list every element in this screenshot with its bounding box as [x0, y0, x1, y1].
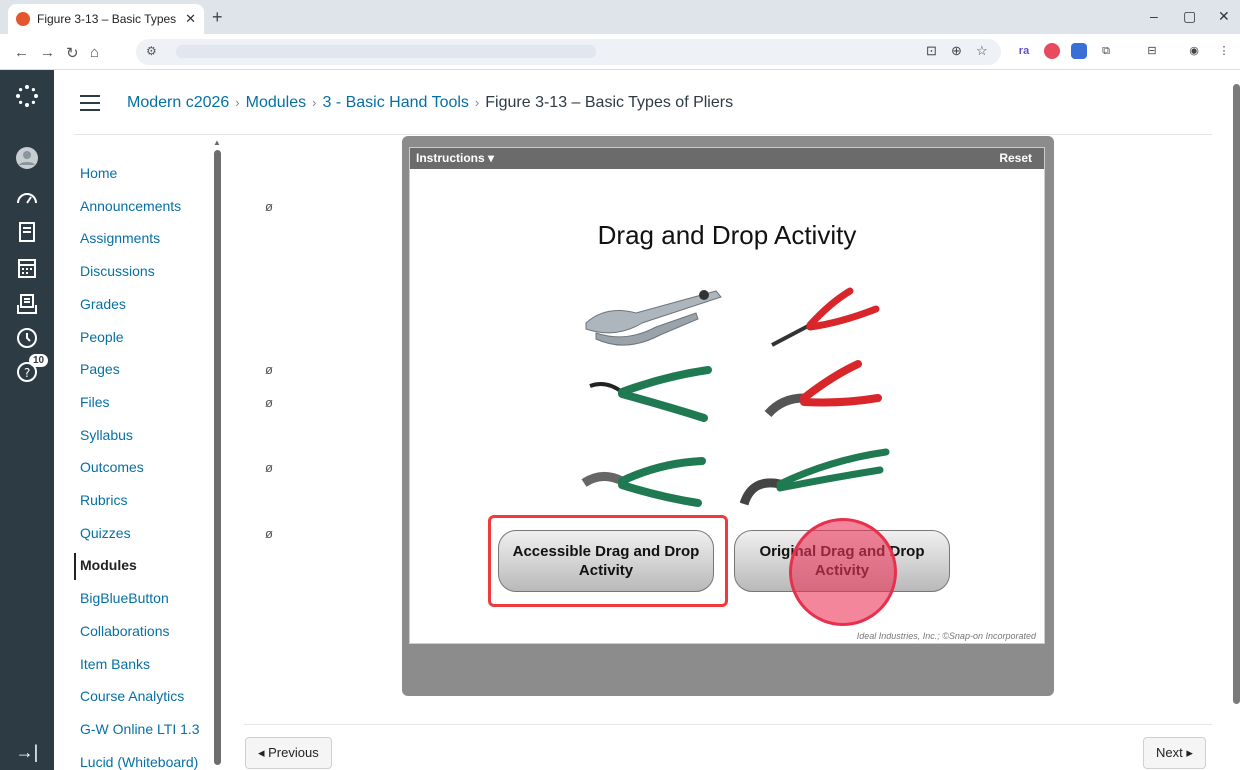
svg-text:?: ? — [24, 366, 30, 380]
breadcrumb-module[interactable]: 3 - Basic Hand Tools — [322, 94, 468, 111]
sidebar-item-modules[interactable]: Modules — [80, 557, 137, 573]
hidden-eye-icon: ø — [265, 525, 273, 541]
reload-icon[interactable]: ↻ — [66, 44, 79, 62]
sidebar-item-home[interactable]: Home — [80, 165, 117, 181]
instructions-dropdown[interactable]: Instructions ▾ — [416, 151, 494, 165]
history-icon[interactable] — [0, 326, 54, 355]
inbox-icon[interactable] — [0, 292, 54, 321]
breadcrumb-separator-icon: › — [235, 95, 240, 110]
active-nav-indicator — [74, 553, 76, 580]
account-icon[interactable] — [0, 146, 54, 175]
page-scrollbar[interactable] — [1233, 84, 1240, 704]
sidebar-item-item-banks[interactable]: Item Banks — [80, 656, 150, 672]
breadcrumb-separator-icon: › — [474, 95, 480, 110]
sidebar-item-rubrics[interactable]: Rubrics — [80, 492, 127, 508]
restore-icon[interactable]: ▢ — [1183, 8, 1196, 25]
slip-joint-pliers-image[interactable] — [762, 358, 882, 430]
canvas-logo-icon[interactable] — [0, 84, 54, 113]
sidebar-item-collaborations[interactable]: Collaborations — [80, 623, 170, 639]
site-info-icon[interactable]: ⚙ — [146, 44, 157, 58]
locking-pliers-image[interactable] — [576, 283, 726, 353]
sidebar-item-files[interactable]: Files — [80, 394, 110, 410]
course-nav-scrollbar[interactable] — [214, 150, 221, 765]
sidebar-item-bigbluebutton[interactable]: BigBlueButton — [80, 590, 169, 606]
sidebar-item-lucid-whiteboard[interactable]: Lucid (Whiteboard) — [80, 754, 198, 770]
collapse-nav-icon[interactable]: →| — [0, 742, 54, 763]
diagonal-cutters-image[interactable] — [580, 453, 706, 509]
browser-tab-bar: Figure 3-13 – Basic Types of Plie ✕ + – … — [0, 0, 1240, 34]
sidebar-item-syllabus[interactable]: Syllabus — [80, 427, 133, 443]
reading-mode-icon[interactable]: ⊟ — [1144, 43, 1160, 59]
sidebar-item-g-w-online-lti-1-3[interactable]: G-W Online LTI 1.3 — [80, 721, 200, 737]
profile-icon[interactable]: ◉ — [1186, 43, 1202, 59]
new-tab-button[interactable]: + — [212, 7, 223, 28]
home-icon[interactable]: ⌂ — [90, 44, 99, 61]
image-credit: Ideal Industries, Inc.; ©Snap-on Incorpo… — [856, 631, 1036, 641]
address-bar[interactable]: ⚙ ⊡ ⊕ ☆ — [136, 39, 1001, 65]
install-app-icon[interactable]: ⊡ — [926, 43, 937, 59]
sidebar-item-announcements[interactable]: Announcements — [80, 198, 181, 214]
minimize-icon[interactable]: – — [1150, 8, 1158, 24]
help-badge: 10 — [29, 354, 49, 367]
footer-divider — [244, 724, 1212, 725]
extension-red-icon[interactable] — [1044, 43, 1060, 59]
extension-ra-icon[interactable]: ra — [1016, 43, 1032, 59]
close-window-icon[interactable]: ✕ — [1218, 8, 1230, 25]
extension-blue-icon[interactable] — [1071, 43, 1087, 59]
canvas-favicon-icon — [16, 12, 30, 26]
hidden-eye-icon: ø — [265, 362, 273, 378]
sidebar-item-people[interactable]: People — [80, 329, 124, 345]
courses-icon[interactable] — [0, 220, 54, 249]
zoom-icon[interactable]: ⊕ — [951, 43, 962, 59]
breadcrumb-modules[interactable]: Modules — [246, 94, 306, 111]
bookmark-star-icon[interactable]: ☆ — [976, 43, 988, 59]
tab-title: Figure 3-13 – Basic Types of Plie — [37, 12, 179, 26]
sidebar-item-quizzes[interactable]: Quizzes — [80, 525, 131, 541]
help-icon[interactable]: ? 10 — [0, 354, 54, 389]
sidebar-item-pages[interactable]: Pages — [80, 361, 120, 377]
browser-menu-icon[interactable]: ⋮ — [1216, 43, 1232, 59]
header-divider — [74, 134, 1212, 135]
activity-title: Drag and Drop Activity — [597, 220, 857, 250]
hidden-eye-icon: ø — [265, 460, 273, 476]
extensions-puzzle-icon[interactable]: ⧉ — [1098, 43, 1114, 59]
highlight-box — [488, 515, 728, 607]
previous-button[interactable]: ◂ Previous — [245, 737, 332, 769]
global-nav: ? 10 →| — [0, 70, 54, 770]
tongue-and-groove-pliers-image[interactable] — [740, 448, 890, 514]
sidebar-item-outcomes[interactable]: Outcomes — [80, 459, 144, 475]
course-menu-toggle-icon[interactable] — [80, 95, 100, 116]
calendar-icon[interactable] — [0, 256, 54, 285]
forward-icon[interactable]: → — [40, 44, 55, 61]
reset-button[interactable]: Reset — [999, 151, 1032, 165]
activity-toolbar: Instructions ▾ Reset — [410, 148, 1044, 169]
breadcrumb-course[interactable]: Modern c2026 — [127, 94, 229, 111]
course-nav-scroll-up-icon[interactable]: ▲ — [213, 138, 221, 147]
sidebar-item-assignments[interactable]: Assignments — [80, 230, 160, 246]
hidden-eye-icon: ø — [265, 394, 273, 410]
sidebar-item-discussions[interactable]: Discussions — [80, 263, 155, 279]
browser-toolbar: ← → ↻ ⌂ ⚙ ⊡ ⊕ ☆ ra ⧉ ⊟ ◉ ⋮ — [0, 34, 1240, 70]
url-text — [176, 45, 596, 58]
sidebar-item-course-analytics[interactable]: Course Analytics — [80, 688, 184, 704]
dashboard-icon[interactable] — [0, 186, 54, 215]
tab-close-icon[interactable]: ✕ — [185, 11, 196, 27]
snap-ring-pliers-image[interactable] — [586, 366, 716, 424]
hidden-eye-icon: ø — [265, 198, 273, 214]
next-button[interactable]: Next ▸ — [1143, 737, 1206, 769]
browser-tab[interactable]: Figure 3-13 – Basic Types of Plie ✕ — [8, 4, 204, 34]
breadcrumb-current: Figure 3-13 – Basic Types of Pliers — [485, 94, 734, 111]
breadcrumb-separator-icon: › — [312, 95, 317, 110]
needle-nose-pliers-image[interactable] — [770, 283, 880, 353]
back-icon[interactable]: ← — [14, 44, 29, 61]
sidebar-item-grades[interactable]: Grades — [80, 296, 126, 312]
breadcrumb: Modern c2026 › Modules › 3 - Basic Hand Tool… — [127, 94, 733, 112]
click-indicator — [789, 518, 897, 626]
